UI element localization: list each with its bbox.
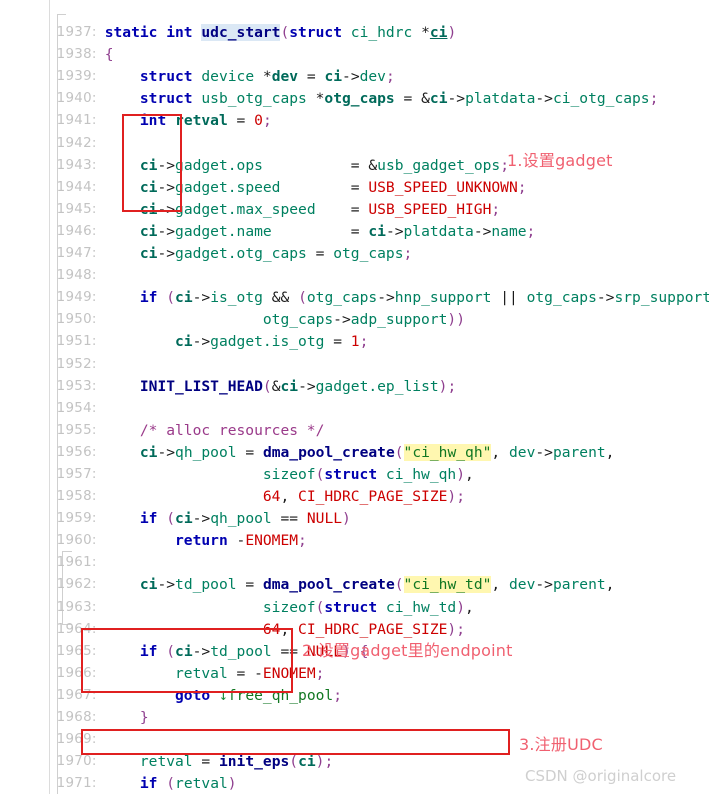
code-line: 1955 /* alloc resources */ bbox=[0, 398, 709, 439]
code-line: 1963 sizeof(struct ci_hw_td), bbox=[0, 574, 709, 616]
code-line: 1951 ci->gadget.is_otg = 1; bbox=[0, 309, 709, 350]
code-line: 1962 ci->td_pool = dma_pool_create("ci_h… bbox=[0, 552, 709, 594]
code-line: 1950 otg_caps->adp_support)) bbox=[0, 287, 709, 328]
code-line: 1938{ bbox=[0, 22, 709, 63]
code-line: 1959 if (ci->qh_pool == NULL) bbox=[0, 486, 709, 527]
code-line: 1952 bbox=[0, 331, 709, 372]
code-line: 1968 } bbox=[0, 685, 709, 726]
annotation-2: 2.设置gadget里的endpoint bbox=[302, 641, 513, 660]
code-line: 1953 INIT_LIST_HEAD(&ci->gadget.ep_list)… bbox=[0, 354, 709, 395]
annotation-1: 1.设置gadget bbox=[507, 151, 613, 170]
code-line: 1949 if (ci->is_otg && (otg_caps->hnp_su… bbox=[0, 265, 709, 306]
code-line: 1967 goto ↓free_qh_pool; bbox=[0, 663, 709, 704]
code-line: 1945 ci->gadget.max_speed = USB_SPEED_HI… bbox=[0, 177, 709, 218]
code-line: 1957 sizeof(struct ci_hw_qh), bbox=[0, 442, 709, 483]
code-line: 1956 ci->qh_pool = dma_pool_create("ci_h… bbox=[0, 420, 709, 461]
code-line: 1941 int retval = 0; bbox=[0, 88, 709, 129]
code-line: 1958 64, CI_HDRC_PAGE_SIZE); bbox=[0, 464, 709, 505]
code-line: 1940 struct usb_otg_caps *otg_caps = &ci… bbox=[0, 66, 709, 107]
code-line: 1947 ci->gadget.otg_caps = otg_caps; bbox=[0, 221, 709, 262]
annotation-3: 3.注册UDC bbox=[519, 735, 603, 754]
code-line: 1948 bbox=[0, 243, 709, 283]
code-line: 1937static int udc_start(struct ci_hdrc … bbox=[0, 0, 709, 42]
code-line: 1942 bbox=[0, 110, 709, 151]
code-line: 1964 64, CI_HDRC_PAGE_SIZE); bbox=[0, 597, 709, 638]
code-line: 1954 bbox=[0, 376, 709, 416]
code-line: 1960 return -ENOMEM; bbox=[0, 508, 709, 549]
code-area[interactable]: 1937static int udc_start(struct ci_hdrc … bbox=[0, 0, 709, 794]
code-viewer: 1937static int udc_start(struct ci_hdrc … bbox=[0, 0, 709, 794]
csdn-watermark: CSDN @originalcore bbox=[525, 767, 677, 785]
code-line: 1939 struct device *dev = ci->dev; bbox=[0, 44, 709, 85]
code-line: 1961 bbox=[0, 530, 709, 570]
code-line: 1946 ci->gadget.name = ci->platdata->nam… bbox=[0, 199, 709, 240]
code-line: 1969 bbox=[0, 707, 709, 747]
